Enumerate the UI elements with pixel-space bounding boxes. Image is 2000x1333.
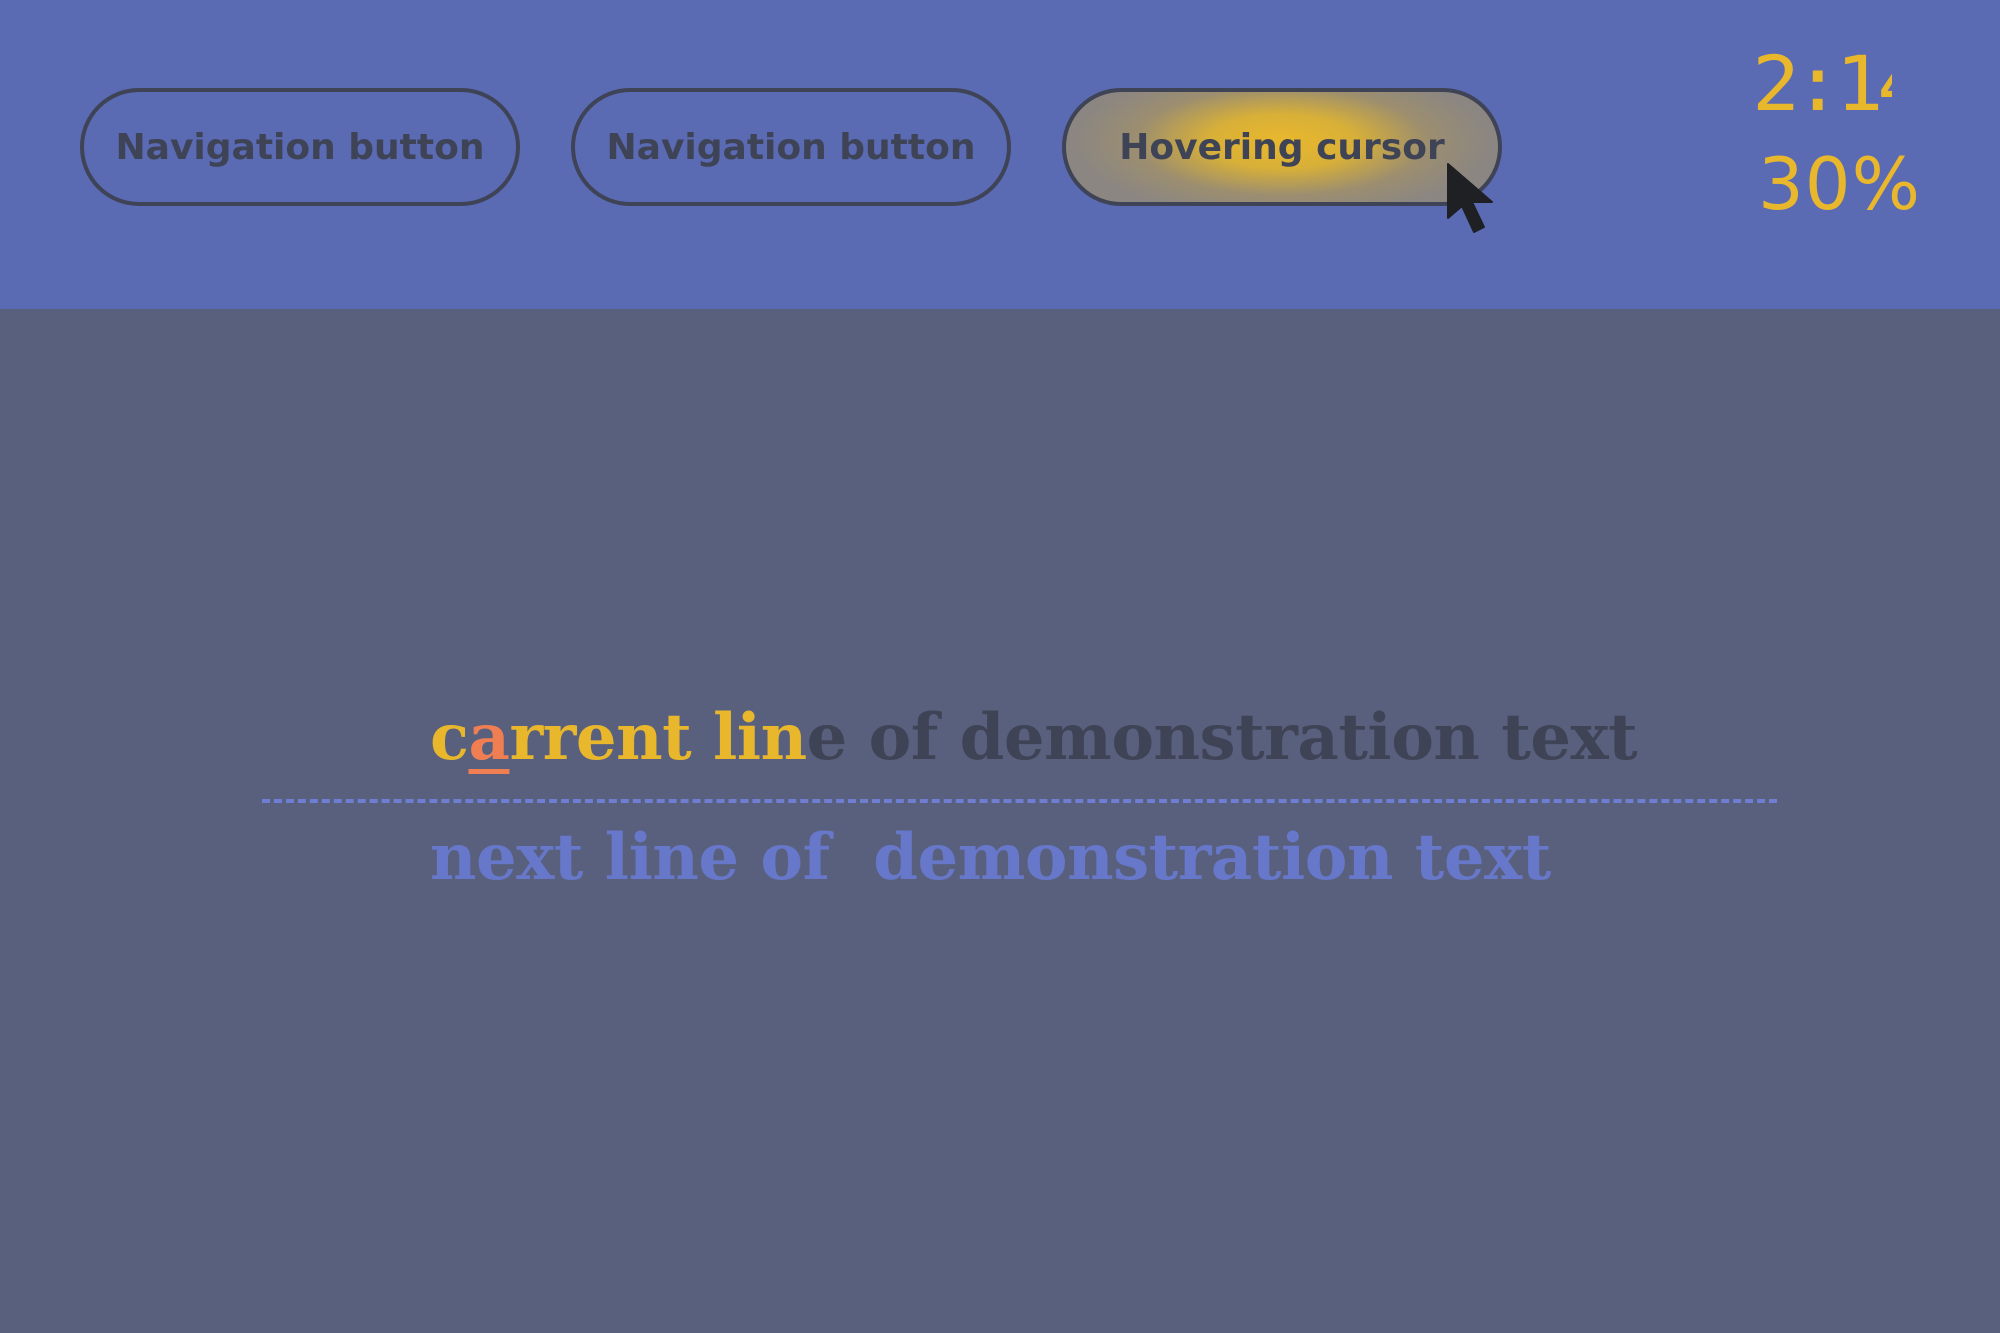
- unread-text: e of demonstration text: [806, 700, 1638, 775]
- line-divider: [262, 799, 1777, 803]
- mouse-pointer-icon: [1447, 163, 1493, 233]
- navigation-button-1-label: Navigation button: [115, 126, 485, 168]
- clock-display: 2:14: [1752, 46, 1892, 122]
- navigation-button-2-label: Navigation button: [606, 126, 976, 168]
- read-text-1: c: [430, 700, 469, 775]
- clock-time: 2:14: [1752, 46, 1892, 122]
- progress-percentage: 30%: [1758, 142, 1922, 226]
- read-text-2: rrent lin: [509, 700, 807, 775]
- navigation-button-1[interactable]: Navigation button: [80, 88, 520, 206]
- top-navigation-bar: Navigation button Navigation button Hove…: [0, 0, 2000, 309]
- next-text-line: next line of demonstration text: [430, 820, 1551, 895]
- hovered-navigation-button[interactable]: Hovering cursor: [1062, 88, 1502, 206]
- navigation-button-2[interactable]: Navigation button: [571, 88, 1011, 206]
- hovered-navigation-button-label: Hovering cursor: [1119, 126, 1445, 168]
- current-text-line: carrent line of demonstration text: [430, 700, 1638, 775]
- focus-character: a: [468, 700, 510, 775]
